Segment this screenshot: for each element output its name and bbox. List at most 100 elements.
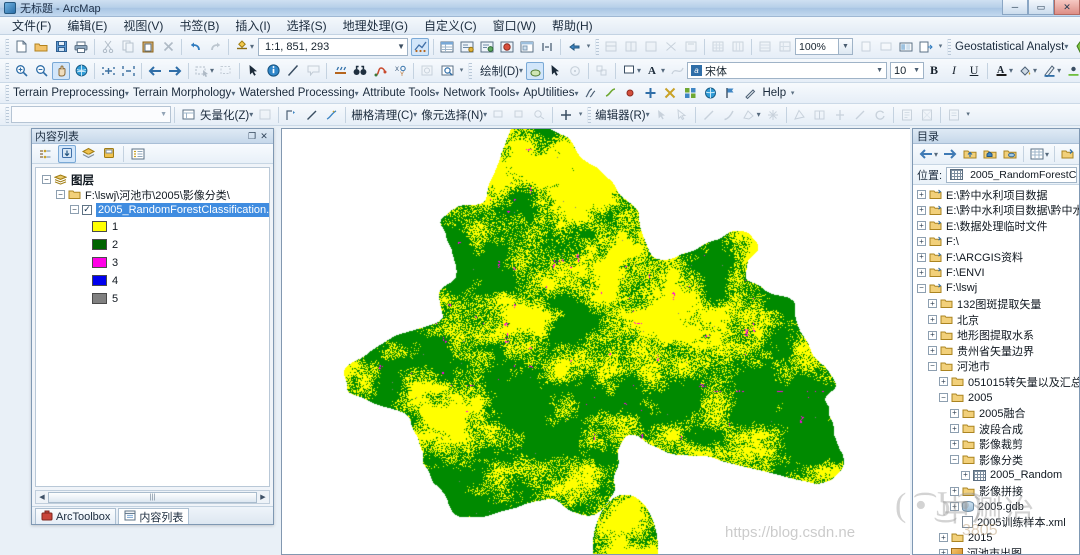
chevron-down-icon[interactable]: ▼ [876,67,883,74]
catalog-tree-node[interactable]: +2005融合 [913,405,1079,421]
expander-icon[interactable]: + [939,548,948,554]
html-popup-button[interactable] [304,62,322,80]
catalog-tree-node[interactable]: +051015转矢量以及汇总 [913,374,1079,390]
catalog-window-button[interactable] [518,38,536,56]
expander-icon[interactable]: − [950,455,959,465]
vectorize-menu[interactable]: 矢量化(Z) [198,107,251,123]
geostatistical-wizard-button[interactable] [1071,38,1080,56]
paste-button[interactable] [139,38,157,56]
list-by-visibility-button[interactable] [79,145,97,163]
data-driven-pages-button[interactable] [897,38,915,56]
toc-horizontal-scrollbar[interactable]: ◀ ||| ▶ [35,490,270,504]
fixed-zoom-out-button[interactable] [119,62,137,80]
toc-legend-item[interactable]: 2 [36,237,269,252]
sketch-properties-button[interactable] [918,106,936,124]
split-polygon-button[interactable] [811,106,829,124]
straight-segment-button[interactable] [700,106,718,124]
time-slider-button[interactable] [418,62,436,80]
forward-button[interactable] [941,145,959,163]
point-delineation-icon[interactable] [601,84,619,102]
expander-icon[interactable]: − [42,175,51,184]
chevron-down-icon[interactable]: ▾ [125,89,129,98]
grid-button-3[interactable] [756,38,774,56]
expander-icon[interactable]: + [917,190,926,200]
tab-table-of-contents[interactable]: 内容列表 [118,508,190,524]
maximize-button[interactable]: ▭ [1028,0,1054,15]
expander-icon[interactable]: − [70,205,79,214]
expander-icon[interactable]: + [917,268,926,278]
model-builder-button[interactable] [498,38,516,56]
menu-terrain-morphology[interactable]: Terrain Morphology [131,87,233,99]
menu-watershed-processing[interactable]: Watershed Processing [237,87,356,99]
flag-icon[interactable] [721,84,739,102]
delete-button[interactable] [159,38,177,56]
location-combo[interactable]: 2005_RandomForestClassi [946,166,1077,183]
home-folder-button[interactable] [981,145,999,163]
toolbar-overflow-button[interactable]: ▾ [457,62,466,80]
legend-swatch-2[interactable] [92,239,107,250]
toolbar-grip[interactable] [468,62,473,79]
select-elements-button[interactable] [244,62,262,80]
attributes-button[interactable] [898,106,916,124]
find-button[interactable] [351,62,369,80]
italic-button[interactable]: I [945,62,963,80]
expander-icon[interactable]: − [56,190,65,199]
editor-menu[interactable]: 编辑器(R) [593,107,647,123]
full-extent-button[interactable] [72,62,90,80]
catalog-tree-node[interactable]: + 影像拼接 [913,483,1079,499]
merge-button[interactable] [831,106,849,124]
menu-edit[interactable]: 编辑(E) [59,16,115,35]
georef-button-1[interactable] [602,38,620,56]
menu-geoprocessing[interactable]: 地理处理(G) [335,16,416,35]
text-color-button[interactable]: A [992,62,1010,80]
toolbar-overflow-button[interactable]: ▾ [584,38,593,56]
export-map-button[interactable] [917,38,935,56]
zoom-percent-dropdown[interactable]: ▼ [839,38,854,55]
toolbar-grip[interactable] [947,38,952,55]
chevron-down-icon[interactable]: ▾ [1009,66,1013,75]
font-size-combo[interactable]: 10 ▼ [890,62,925,79]
catalog-tree-node[interactable]: + 影像裁剪 [913,437,1079,453]
chevron-down-icon[interactable]: ▾ [413,110,417,119]
zoom-percent-input[interactable]: 100% [795,38,840,55]
save-button[interactable] [52,38,70,56]
network-grid-icon[interactable] [681,84,699,102]
expander-icon[interactable]: − [928,361,937,371]
menu-customize[interactable]: 自定义(C) [416,16,485,35]
snapping-button[interactable] [764,106,782,124]
expander-icon[interactable]: + [950,408,959,418]
pencil-icon[interactable] [741,84,759,102]
attribute-table-button[interactable] [438,38,456,56]
copy-button[interactable] [119,38,137,56]
tab-arctoolbox[interactable]: ArcToolbox [35,508,117,524]
print-button[interactable] [72,38,90,56]
expander-icon[interactable]: + [917,205,926,215]
chevron-down-icon[interactable]: ▾ [1033,66,1037,75]
add-junction-icon[interactable] [641,84,659,102]
go-to-xy-button[interactable]: XY [391,62,409,80]
catalog-tree-node[interactable]: − 河池市 [913,359,1079,375]
catalog-tree-node[interactable]: + F:\ENVI [913,265,1079,281]
catalog-tree-node[interactable]: + 贵州省矢量边界 [913,343,1079,359]
create-features-button[interactable] [945,106,963,124]
previous-extent-button[interactable] [146,62,164,80]
chevron-down-icon[interactable]: ▼ [160,111,167,118]
add-crosshair-button[interactable] [557,106,575,124]
catalog-tree-node[interactable]: − 影像分类 [913,452,1079,468]
magic-erase-button[interactable] [490,106,508,124]
toc-tree[interactable]: − 图层 − F:\lswj\河池市\2005\影像分类\ − ✓ 2005_R… [35,167,270,487]
catalog-tree-node[interactable]: − F:\lswj [913,281,1079,297]
chevron-down-icon[interactable]: ▾ [355,89,359,98]
vectorize-settings-button[interactable] [256,106,274,124]
menu-ap-utilities[interactable]: ApUtilities [521,87,576,99]
catalog-tree-node[interactable]: + F:\ARCGIS资料 [913,249,1079,265]
expander-icon[interactable]: + [917,237,926,247]
menu-window[interactable]: 窗口(W) [485,16,544,35]
legend-swatch-4[interactable] [92,275,107,286]
globe-icon[interactable] [701,84,719,102]
pixel-select-menu[interactable]: 像元选择(N) [419,107,485,123]
element-group-button[interactable] [593,62,611,80]
menu-terrain-preprocessing[interactable]: Terrain Preprocessing [11,87,127,99]
search-window-button[interactable] [538,38,556,56]
map-view[interactable] [281,128,910,555]
